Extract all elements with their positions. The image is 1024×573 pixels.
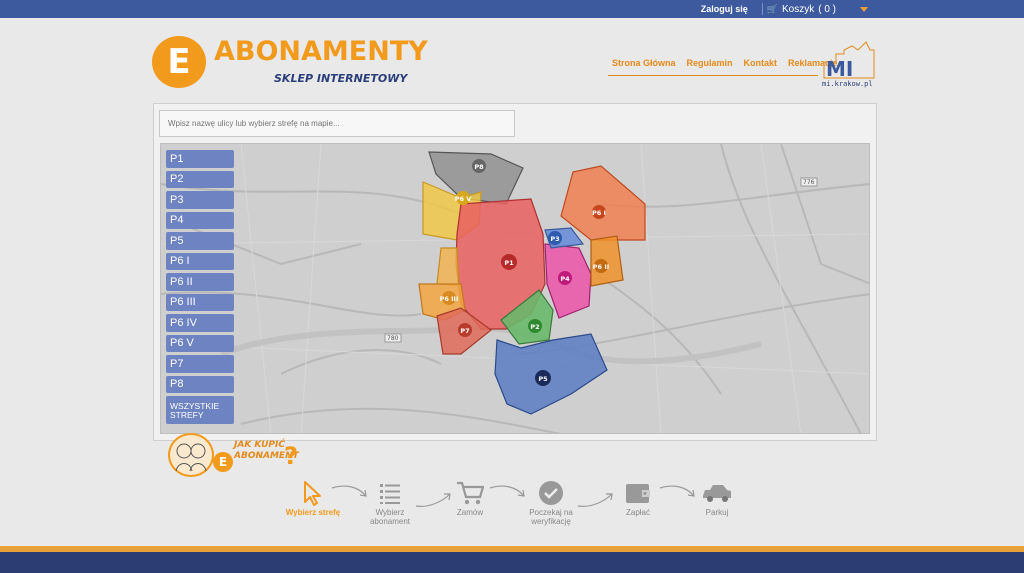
zone-button-all[interactable]: WSZYSTKIE STREFY <box>166 396 234 424</box>
map-canvas[interactable]: 776 780 P8 P6 V P1 P6 III P7 P2 P4 P3 P6… <box>161 144 870 434</box>
howto-illustration <box>168 433 214 477</box>
howto-question-mark: ? <box>284 442 298 470</box>
wallet-icon <box>626 484 650 503</box>
zone-map[interactable]: 776 780 P8 P6 V P1 P6 III P7 P2 P4 P3 P6… <box>160 143 870 434</box>
road-label: 780 <box>387 335 399 342</box>
divider <box>761 3 763 15</box>
zone-button-p6v[interactable]: P6 V <box>166 334 234 352</box>
check-circle-icon <box>539 481 563 505</box>
car-icon <box>703 485 731 502</box>
logo-subtitle: SKLEP INTERNETOWY <box>274 72 408 85</box>
step-label: Wybierz abonament <box>369 508 411 526</box>
zone-p6ii <box>590 235 624 287</box>
zone-button-p6iv[interactable]: P6 IV <box>166 314 234 332</box>
step-label: Zapłać <box>625 508 650 517</box>
zone-polygons <box>418 151 646 415</box>
nav-home[interactable]: Strona Główna <box>612 58 676 75</box>
howto-logo-mark: E <box>213 452 233 472</box>
river <box>219 325 762 365</box>
step-label: Zamów <box>456 508 484 517</box>
zone-button-p6iii[interactable]: P6 III <box>166 293 234 311</box>
footer <box>0 552 1024 573</box>
cart-label: Koszyk <box>781 3 815 15</box>
cursor-icon <box>304 481 321 506</box>
cart-icon <box>457 481 484 505</box>
zone-p5 <box>494 333 608 415</box>
nav-regulations[interactable]: Regulamin <box>687 58 733 75</box>
step-label: Parkuj <box>705 508 729 517</box>
marker-p6ii: P6 II <box>593 263 609 271</box>
marker-p6i: P6 I <box>592 209 606 217</box>
zone-button-p3[interactable]: P3 <box>166 191 234 209</box>
step-park: Parkuj <box>682 478 752 517</box>
zone-p6i <box>560 165 646 241</box>
main-nav: Strona Główna Regulamin Kontakt Reklamac… <box>608 58 838 76</box>
marker-p8: P8 <box>474 163 484 171</box>
marker-p3: P3 <box>550 235 559 243</box>
marker-p6v: P6 V <box>455 195 472 203</box>
step-label: Poczekaj na weryfikację <box>529 508 573 526</box>
marker-p4: P4 <box>560 275 570 283</box>
login-link[interactable]: Zaloguj się <box>701 4 748 14</box>
partner-logo-text: mi.krakow.pl <box>822 80 873 88</box>
zone-button-p5[interactable]: P5 <box>166 232 234 250</box>
zone-button-p1[interactable]: P1 <box>166 150 234 168</box>
logo-title[interactable]: ABONAMENTY <box>214 36 428 67</box>
partner-logo-mark: MI <box>826 57 853 81</box>
zone-button-p2[interactable]: P2 <box>166 170 234 188</box>
logo-mark[interactable]: E <box>152 36 206 88</box>
zone-button-p6ii[interactable]: P6 II <box>166 273 234 291</box>
zone-button-p4[interactable]: P4 <box>166 211 234 229</box>
zone-list: P1 P2 P3 P4 P5 P6 I P6 II P6 III P6 IV P… <box>166 150 234 424</box>
zone-button-p8[interactable]: P8 <box>166 375 234 393</box>
top-bar: Zaloguj się 🛒 Koszyk ( 0 ) <box>0 0 1024 18</box>
road-label: 776 <box>803 179 815 186</box>
nav-contact[interactable]: Kontakt <box>744 58 778 75</box>
marker-p7: P7 <box>460 327 469 335</box>
marker-p6iii: P6 III <box>440 295 459 303</box>
cart-count: ( 0 ) <box>818 3 836 15</box>
marker-p1: P1 <box>504 259 514 267</box>
zone-button-p7[interactable]: P7 <box>166 355 234 373</box>
marker-p5: P5 <box>538 375 548 383</box>
marker-p2: P2 <box>530 323 539 331</box>
step-label: Wybierz strefę <box>285 508 341 517</box>
zone-p6iv <box>436 247 460 287</box>
chevron-down-icon[interactable] <box>860 6 868 12</box>
cart-icon: 🛒 <box>766 3 778 14</box>
list-icon <box>380 484 400 504</box>
street-search-input[interactable] <box>159 110 515 137</box>
cart-link[interactable]: 🛒 Koszyk ( 0 ) <box>767 4 836 15</box>
zone-button-p6i[interactable]: P6 I <box>166 252 234 270</box>
